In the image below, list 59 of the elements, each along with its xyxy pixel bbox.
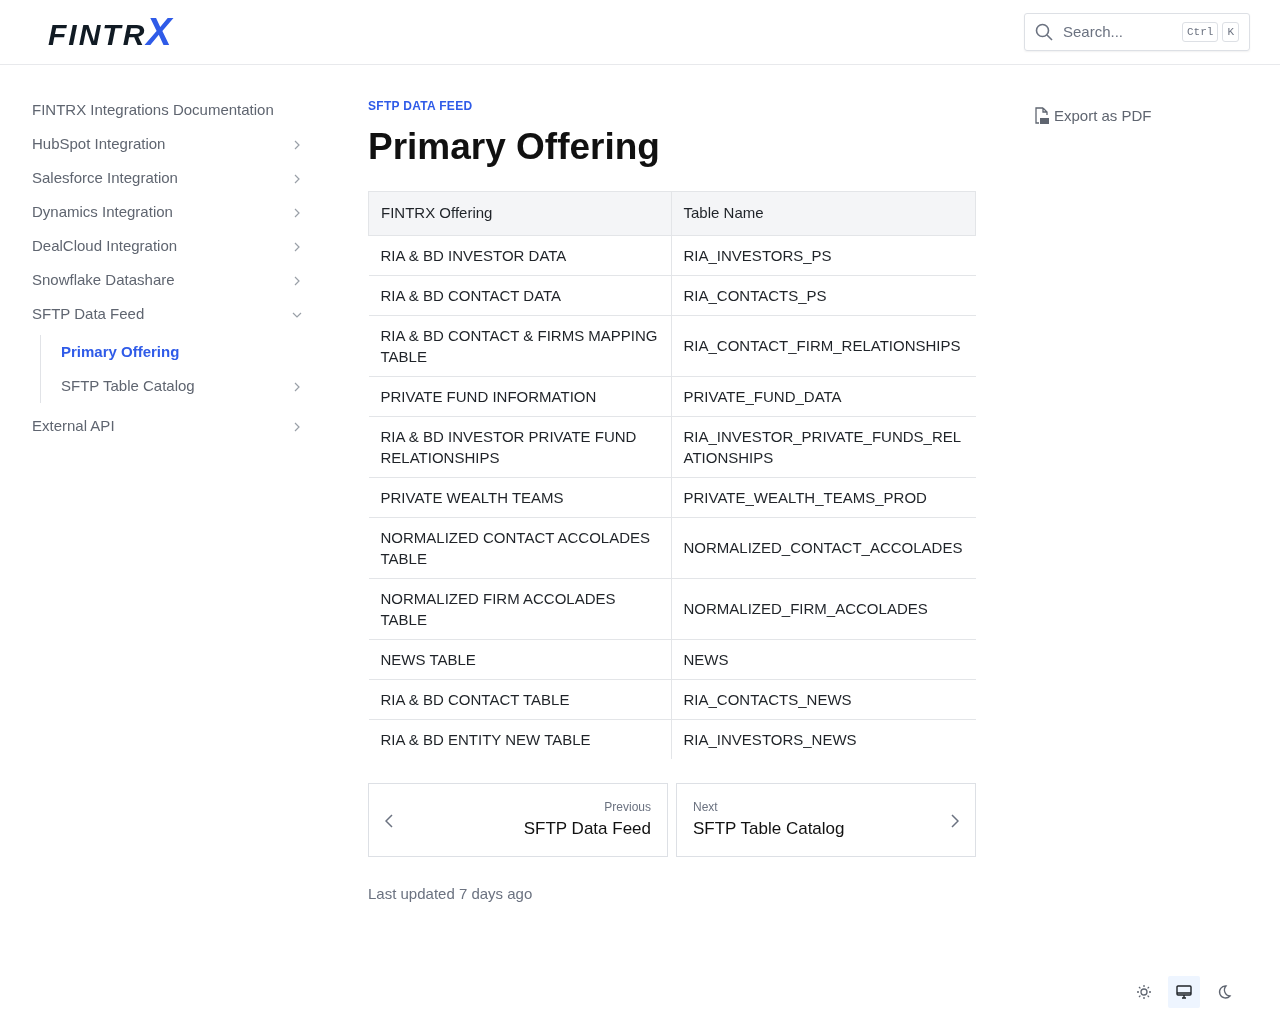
sidebar-item[interactable]: SFTP Table Catalog xyxy=(61,369,302,403)
sidebar-item[interactable]: DealCloud Integration xyxy=(32,229,302,263)
chevron-icon xyxy=(292,421,302,432)
sidebar-item[interactable]: Dynamics Integration xyxy=(32,195,302,229)
table-cell: RIA & BD CONTACT & FIRMS MAPPING TABLE xyxy=(368,315,671,377)
chevron-icon xyxy=(292,381,302,392)
sidebar-item[interactable]: Primary Offering xyxy=(61,335,302,369)
table-cell: PRIVATE_WEALTH_TEAMS_PROD xyxy=(671,477,976,518)
sidebar-item[interactable]: FINTRX Integrations Documentation xyxy=(32,93,302,127)
table-cell: RIA & BD CONTACT TABLE xyxy=(368,679,671,720)
chevron-left-icon xyxy=(385,813,393,828)
pdf-file-icon xyxy=(1034,107,1050,126)
table-cell: PRIVATE FUND INFORMATION xyxy=(368,376,671,417)
table-cell: RIA_CONTACTS_NEWS xyxy=(671,679,976,720)
table-cell: RIA & BD CONTACT DATA xyxy=(368,275,671,316)
table-cell: RIA_INVESTORS_NEWS xyxy=(671,719,976,759)
export-pdf-link[interactable]: Export as PDF xyxy=(1034,105,1152,128)
theme-system-button[interactable] xyxy=(1168,976,1200,1008)
chevron-icon xyxy=(292,275,302,286)
breadcrumb[interactable]: SFTP DATA FEED xyxy=(368,97,976,115)
table-cell: NORMALIZED_CONTACT_ACCOLADES xyxy=(671,517,976,579)
table-cell: NORMALIZED_FIRM_ACCOLADES xyxy=(671,578,976,640)
table-cell: NORMALIZED CONTACT ACCOLADES TABLE xyxy=(368,517,671,579)
last-updated-text: Last updated 7 days ago xyxy=(368,883,534,904)
table-cell: RIA_INVESTORS_PS xyxy=(671,235,976,276)
monitor-icon xyxy=(1176,984,1192,1000)
table-cell: PRIVATE_FUND_DATA xyxy=(671,376,976,417)
table-cell: RIA & BD INVESTOR PRIVATE FUND RELATIONSHIPS xyxy=(368,416,671,478)
column-header: FINTRX Offering xyxy=(368,191,671,236)
table-cell: RIA_CONTACTS_PS xyxy=(671,275,976,316)
sidebar-item[interactable]: SFTP Data Feed xyxy=(32,297,302,331)
table-cell: NORMALIZED FIRM ACCOLADES TABLE xyxy=(368,578,671,640)
sidebar-item[interactable]: Salesforce Integration xyxy=(32,161,302,195)
table-cell: RIA_CONTACT_FIRM_RELATIONSHIPS xyxy=(671,315,976,377)
page-title: Primary Offering xyxy=(368,125,661,169)
chevron-icon xyxy=(292,173,302,184)
table-cell: NEWS xyxy=(671,639,976,680)
column-header: Table Name xyxy=(671,191,976,236)
table-cell: RIA & BD ENTITY NEW TABLE xyxy=(368,719,671,759)
logo[interactable]: FINTRX xyxy=(48,13,174,51)
chevron-icon xyxy=(292,207,302,218)
chevron-icon xyxy=(292,241,302,252)
sun-icon xyxy=(1136,984,1152,1000)
sidebar-item[interactable]: HubSpot Integration xyxy=(32,127,302,161)
pager-link[interactable]: Previous SFTP Data Feed xyxy=(368,782,668,857)
search-field[interactable]: Search... Ctrl K xyxy=(1024,13,1250,51)
table-cell: RIA_INVESTOR_PRIVATE_FUNDS_RELATIONSHIPS xyxy=(671,416,976,478)
table-cell: PRIVATE WEALTH TEAMS xyxy=(368,477,671,518)
pager-link[interactable]: Next SFTP Table Catalog xyxy=(676,782,976,857)
sidebar-item[interactable]: Snowflake Datashare xyxy=(32,263,302,297)
moon-icon xyxy=(1216,984,1232,1000)
chevron-right-icon xyxy=(951,813,959,828)
keyboard-key: Ctrl xyxy=(1182,21,1219,43)
chevron-icon xyxy=(292,139,302,150)
search-icon xyxy=(1035,23,1053,41)
table-cell: NEWS TABLE xyxy=(368,639,671,680)
keyboard-key: K xyxy=(1222,21,1239,43)
sidebar-item[interactable]: External API xyxy=(32,409,302,443)
table-cell: RIA & BD INVESTOR DATA xyxy=(368,235,671,276)
